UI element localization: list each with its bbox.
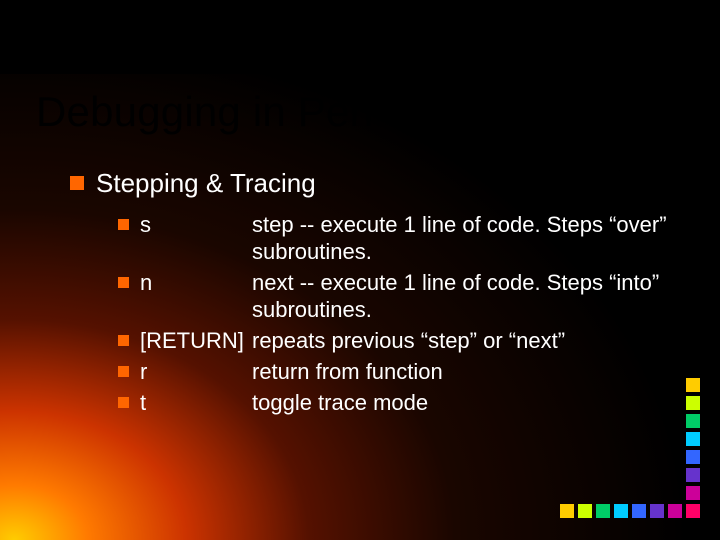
square-icon <box>686 396 700 410</box>
top-bar <box>0 0 720 74</box>
command-key: t <box>140 389 252 416</box>
square-icon <box>632 504 646 518</box>
list-item: n next -- execute 1 line of code. Steps … <box>118 269 680 323</box>
square-icon <box>650 504 664 518</box>
square-bullet-icon <box>118 397 129 408</box>
square-bullet-icon <box>118 366 129 377</box>
square-icon <box>614 504 628 518</box>
list-item: t toggle trace mode <box>118 389 680 416</box>
square-icon <box>686 432 700 446</box>
square-icon <box>686 450 700 464</box>
command-key: r <box>140 358 252 385</box>
section-heading: Stepping & Tracing <box>96 168 316 199</box>
decoration-horizontal <box>560 504 682 518</box>
command-key: n <box>140 269 252 296</box>
command-key: [RETURN] <box>140 327 252 354</box>
square-bullet-icon <box>118 335 129 346</box>
command-list: s step -- execute 1 line of code. Steps … <box>118 211 680 416</box>
decoration-vertical <box>686 378 700 518</box>
list-item: [RETURN] repeats previous “step” or “nex… <box>118 327 680 354</box>
list-item: r return from function <box>118 358 680 385</box>
square-icon <box>668 504 682 518</box>
square-icon <box>596 504 610 518</box>
slide-body: Stepping & Tracing s step -- execute 1 l… <box>70 168 680 420</box>
command-desc: next -- execute 1 line of code. Steps “i… <box>252 269 680 323</box>
square-icon <box>560 504 574 518</box>
command-desc: return from function <box>252 358 680 385</box>
square-icon <box>686 468 700 482</box>
command-desc: step -- execute 1 line of code. Steps “o… <box>252 211 680 265</box>
list-item: s step -- execute 1 line of code. Steps … <box>118 211 680 265</box>
section-row: Stepping & Tracing <box>70 168 680 199</box>
square-icon <box>686 414 700 428</box>
square-icon <box>686 486 700 500</box>
square-icon <box>686 504 700 518</box>
square-bullet-icon <box>118 219 129 230</box>
command-desc: repeats previous “step” or “next” <box>252 327 680 354</box>
square-icon <box>578 504 592 518</box>
command-desc: toggle trace mode <box>252 389 680 416</box>
square-bullet-icon <box>118 277 129 288</box>
command-key: s <box>140 211 252 238</box>
square-bullet-icon <box>70 176 84 190</box>
slide-title: Debugging in Perl <box>36 88 684 136</box>
slide: Debugging in Perl Stepping & Tracing s s… <box>0 0 720 540</box>
square-icon <box>686 378 700 392</box>
